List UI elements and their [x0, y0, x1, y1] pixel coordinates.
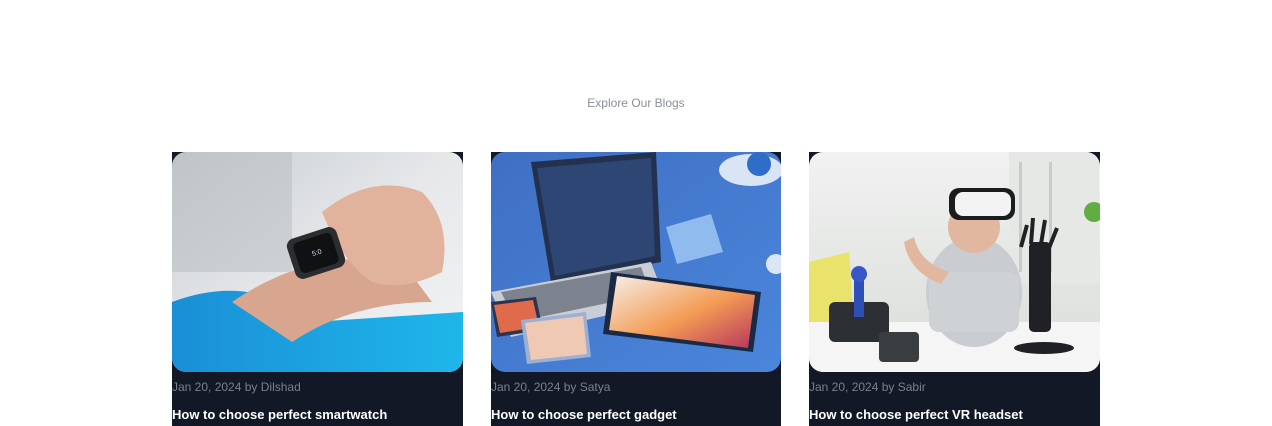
- blog-card[interactable]: 5:0 Jan 20, 2024 by Dilshad How to choos…: [172, 152, 463, 426]
- blog-card[interactable]: Jan 20, 2024 by Satya How to choose perf…: [491, 152, 781, 426]
- vr-headset-image[interactable]: [809, 152, 1100, 372]
- post-title-link[interactable]: How to choose perfect gadget: [491, 407, 677, 422]
- gadgets-image[interactable]: [491, 152, 781, 372]
- post-meta: Jan 20, 2024 by Dilshad: [172, 380, 301, 394]
- smartwatch-image[interactable]: 5:0: [172, 152, 463, 372]
- blog-card-list: 5:0 Jan 20, 2024 by Dilshad How to choos…: [172, 152, 1100, 426]
- post-title-link[interactable]: How to choose perfect smartwatch: [172, 407, 387, 422]
- post-meta: Jan 20, 2024 by Satya: [491, 380, 611, 394]
- blog-card[interactable]: Jan 20, 2024 by Sabir How to choose perf…: [809, 152, 1100, 426]
- section-heading: Explore Our Blogs: [587, 96, 685, 110]
- post-title-link[interactable]: How to choose perfect VR headset: [809, 407, 1023, 422]
- post-meta: Jan 20, 2024 by Sabir: [809, 380, 926, 394]
